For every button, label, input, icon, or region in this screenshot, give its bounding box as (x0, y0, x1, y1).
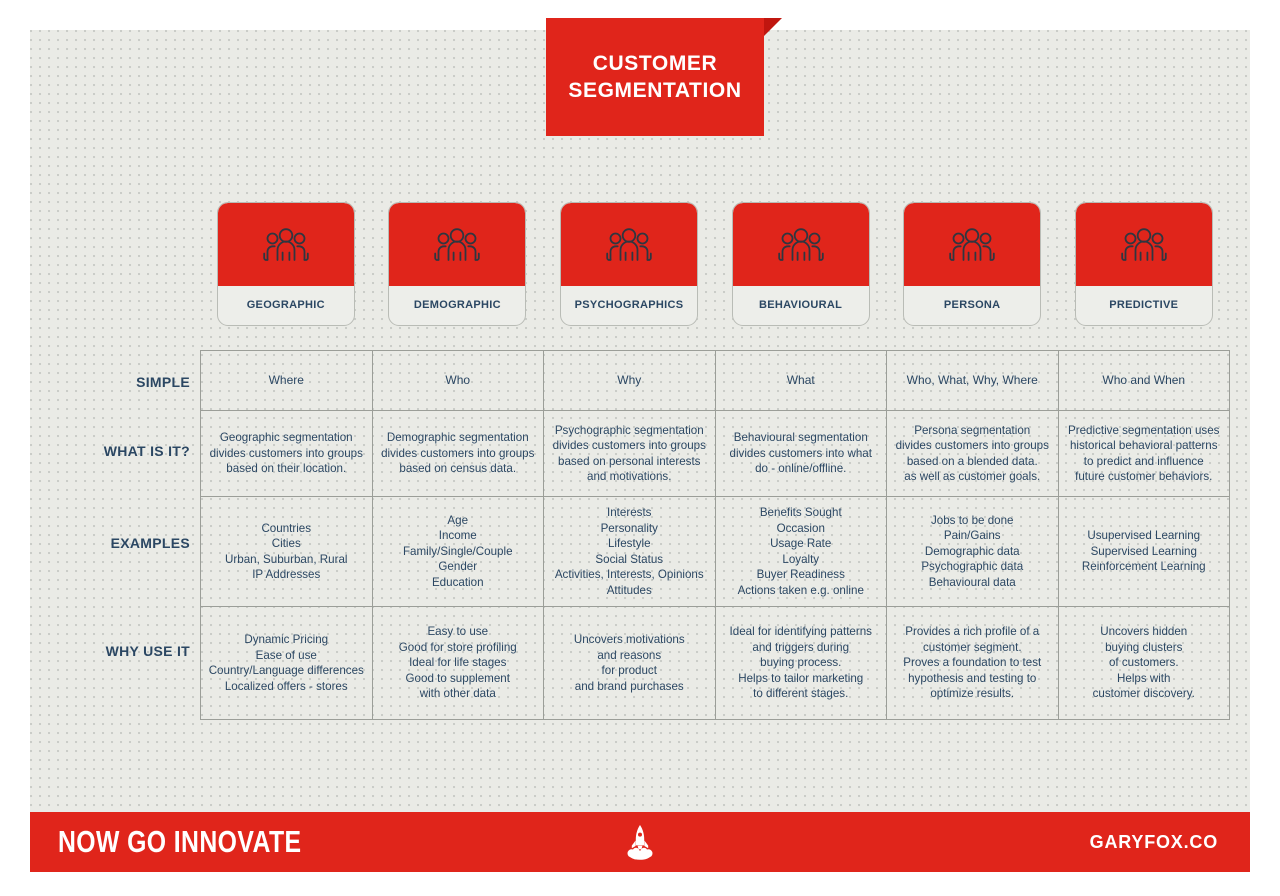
cell-simple-psychographics: Why (543, 350, 716, 411)
cell-why-behavioural: Ideal for identifying patterns and trigg… (714, 606, 887, 720)
cell-examples-psychographics: Interests Personality Lifestyle Social S… (543, 496, 716, 607)
card-label-area: PREDICTIVE (1076, 286, 1212, 325)
card-slot-0: GEOGRAPHIC (200, 202, 372, 326)
card-label: DEMOGRAPHIC (413, 299, 501, 311)
segment-card-demographic[interactable]: DEMOGRAPHIC (388, 202, 527, 326)
row-label-why-use-it: WHY USE IT (105, 643, 190, 659)
row-label-what-is-it: WHAT IS IT? (103, 443, 190, 459)
cell-why-geographic: Dynamic Pricing Ease of use Country/Lang… (200, 606, 373, 720)
card-slot-5: PREDICTIVE (1058, 202, 1230, 326)
card-label: PSYCHOGRAPHICS (574, 299, 684, 311)
card-label-area: BEHAVIOURAL (733, 286, 869, 325)
title-banner: CUSTOMER SEGMENTATION (546, 18, 764, 136)
card-icon-area (217, 203, 354, 286)
infographic-canvas: CUSTOMER SEGMENTATION GEOGRAPHIC DEMOGRA… (0, 0, 1280, 896)
card-label: GEOGRAPHIC (246, 299, 325, 311)
card-slot-2: PSYCHOGRAPHICS (543, 202, 715, 326)
card-label-area: GEOGRAPHIC (218, 286, 354, 325)
cell-what-psychographics: Psychographic segmentation divides custo… (543, 410, 716, 497)
row-label-examples: EXAMPLES (110, 535, 190, 551)
cell-what-demographic: Demographic segmentation divides custome… (371, 410, 544, 497)
cell-simple-behavioural: What (714, 350, 887, 411)
segmentation-comparison-table: Where Who Why What Who, What, Why, Where… (200, 350, 1230, 720)
cell-why-persona: Provides a rich profile of a customer se… (886, 606, 1059, 720)
segment-card-persona[interactable]: PERSONA (903, 202, 1042, 326)
cell-what-behavioural: Behavioural segmentation divides custome… (714, 410, 887, 497)
banner-fold-corner (764, 18, 782, 36)
cell-examples-geographic: Countries Cities Urban, Suburban, Rural … (200, 496, 373, 607)
card-slot-4: PERSONA (886, 202, 1058, 326)
cell-why-psychographics: Uncovers motivations and reasons for pro… (543, 606, 716, 720)
people-group-icon (777, 227, 824, 261)
cell-simple-geographic: Where (200, 350, 373, 411)
cell-why-predictive: Uncovers hidden buying clusters of custo… (1057, 606, 1230, 720)
segment-card-geographic[interactable]: GEOGRAPHIC (216, 202, 355, 326)
card-icon-area (389, 203, 526, 286)
cell-simple-demographic: Who (371, 350, 544, 411)
segment-card-behavioural[interactable]: BEHAVIOURAL (731, 202, 870, 326)
card-label: BEHAVIOURAL (759, 299, 843, 311)
card-label-area: PERSONA (904, 286, 1040, 325)
cell-examples-persona: Jobs to be done Pain/Gains Demographic d… (886, 496, 1059, 607)
people-group-icon (434, 227, 481, 261)
table-row-why-use-it: Dynamic Pricing Ease of use Country/Lang… (200, 606, 1230, 720)
cell-what-geographic: Geographic segmentation divides customer… (200, 410, 373, 497)
segment-cards-row: GEOGRAPHIC DEMOGRAPHIC PSYCHOGRAPHICS BE… (200, 202, 1230, 326)
people-group-icon (263, 227, 309, 261)
title-line-1: CUSTOMER (592, 52, 718, 75)
people-group-icon (606, 227, 652, 261)
card-icon-area (732, 203, 869, 286)
card-slot-1: DEMOGRAPHIC (372, 202, 544, 326)
card-label: PREDICTIVE (1109, 299, 1179, 311)
table-row-what-is-it: Geographic segmentation divides customer… (200, 410, 1230, 497)
cell-what-persona: Persona segmentation divides customers i… (886, 410, 1059, 497)
segment-card-psychographics[interactable]: PSYCHOGRAPHICS (559, 202, 698, 326)
card-slot-3: BEHAVIOURAL (715, 202, 887, 326)
cell-what-predictive: Predictive segmentation uses historical … (1057, 410, 1230, 497)
cell-examples-demographic: Age Income Family/Single/Couple Gender E… (371, 496, 544, 607)
title-line-2: SEGMENTATION (568, 79, 742, 102)
card-label: PERSONA (943, 299, 1001, 311)
footer-brand: GARYFOX.CO (1089, 831, 1218, 852)
segment-card-predictive[interactable]: PREDICTIVE (1074, 202, 1213, 326)
rocket-launch-icon (627, 825, 653, 860)
card-icon-area (560, 203, 697, 286)
footer-tagline: NOW GO INNOVATE (58, 824, 302, 859)
cell-simple-persona: Who, What, Why, Where (886, 350, 1059, 411)
people-group-icon (949, 227, 995, 261)
row-label-simple: SIMPLE (136, 374, 190, 390)
table-row-examples: Countries Cities Urban, Suburban, Rural … (200, 496, 1230, 607)
card-icon-area (904, 203, 1041, 286)
cell-why-demographic: Easy to use Good for store profiling Ide… (371, 606, 544, 720)
people-group-icon (1121, 227, 1167, 261)
cell-examples-predictive: Usupervised Learning Supervised Learning… (1057, 496, 1230, 607)
card-label-area: DEMOGRAPHIC (389, 286, 525, 325)
card-icon-area (1075, 203, 1212, 286)
cell-simple-predictive: Who and When (1057, 350, 1230, 411)
footer-bar: NOW GO INNOVATE GARYFOX.CO (30, 812, 1250, 872)
cell-examples-behavioural: Benefits Sought Occasion Usage Rate Loya… (714, 496, 887, 607)
card-label-area: PSYCHOGRAPHICS (561, 286, 697, 325)
table-row-simple: Where Who Why What Who, What, Why, Where… (200, 350, 1230, 411)
comparison-table-wrap: Where Who Why What Who, What, Why, Where… (200, 350, 1230, 721)
